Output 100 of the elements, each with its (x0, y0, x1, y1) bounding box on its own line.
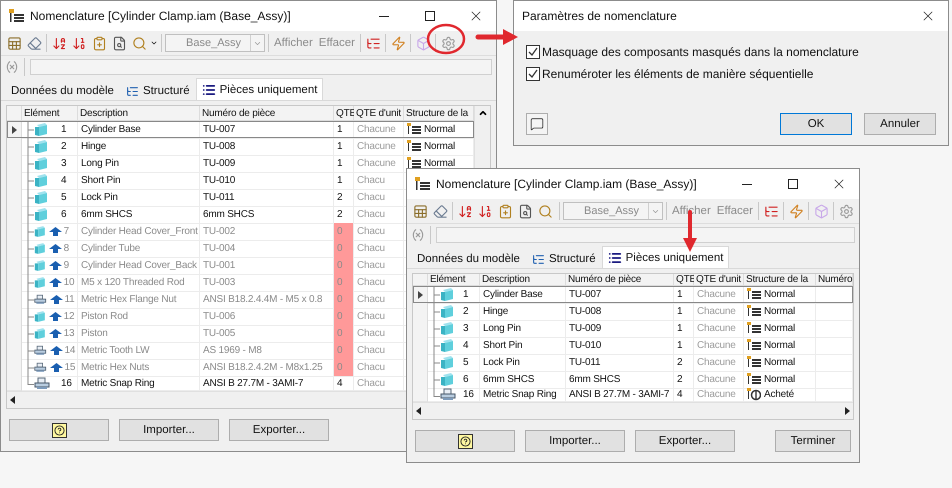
help-button[interactable] (9, 419, 109, 441)
column-header[interactable]: Elément (22, 106, 78, 121)
roof-icon (48, 226, 62, 236)
column-header[interactable]: Elément (428, 274, 480, 286)
column-header[interactable]: QTE d'unit (694, 274, 744, 286)
roof-icon (50, 346, 62, 356)
description-text: Hinge (483, 306, 508, 317)
cube-icon (440, 338, 454, 353)
help-button[interactable] (415, 430, 515, 452)
action-button[interactable]: Importer... (119, 419, 219, 441)
tab[interactable]: Structuré (526, 249, 602, 268)
column-header[interactable]: Description (480, 274, 566, 286)
item-number: 3 (60, 158, 68, 169)
unit-text: Chacune (697, 289, 736, 300)
tab[interactable]: Pièces uniquement (602, 246, 730, 268)
quantity-text: 0 (337, 362, 342, 373)
item-number: 16 (462, 389, 475, 400)
tab[interactable]: Structuré (120, 81, 196, 100)
row-header[interactable] (7, 121, 22, 139)
cube-icon (440, 287, 454, 302)
unit-text: Chacu (357, 378, 385, 388)
quantity-text: 1 (677, 323, 682, 334)
part-number-text: 6mm SHCS (569, 374, 620, 385)
help-icon (460, 436, 470, 446)
tab[interactable]: Données du modèle (5, 81, 120, 100)
checkbox[interactable] (526, 67, 540, 81)
part-number-text: ANSI B18.2.4.4M - M5 x 0.8 (203, 294, 322, 305)
quantity-text: 1 (337, 175, 342, 186)
item-number: 6 (462, 374, 470, 385)
unit-text: Chacune (357, 141, 396, 152)
checkbox[interactable] (526, 45, 540, 59)
variable-icon (411, 228, 425, 242)
part-number-text: ANSI B 27.7M - 3AMI-7 (569, 389, 670, 400)
tree-list-icon (747, 373, 761, 386)
list-icon (202, 82, 216, 96)
structure-text: Normal (424, 158, 456, 169)
part-number-text: TU-001 (203, 260, 236, 271)
column-header[interactable]: Numéro de pièce (566, 274, 674, 286)
column-header[interactable]: Description (78, 106, 200, 121)
unit-text: Chacu (357, 226, 385, 237)
roof-icon (50, 362, 62, 372)
column-header[interactable]: Structure de la (744, 274, 816, 286)
horizontal-scrollbar[interactable] (413, 402, 853, 419)
column-header[interactable]: Structure de la (404, 106, 474, 121)
zap-icon (390, 36, 406, 50)
quantity-text: 2 (337, 209, 342, 220)
description-text: Piston (81, 328, 108, 339)
unit-text: Chacune (697, 374, 736, 385)
eraser-icon (26, 36, 42, 50)
help-button[interactable] (526, 113, 548, 135)
column-header[interactable]: Numéro de pièce (200, 106, 334, 121)
unit-text: Chacu (357, 260, 385, 271)
roof-icon (48, 260, 62, 270)
part-number-text: TU-010 (569, 340, 602, 351)
description-text: Short Pin (81, 175, 120, 186)
ok-button[interactable]: OK (780, 113, 852, 135)
unit-text: Chacu (357, 277, 385, 288)
cube-icon (34, 139, 48, 154)
quantity-text: 1 (337, 141, 342, 152)
window-title: Nomenclature [Cylinder Clamp.iam (Base_Assy)] (30, 9, 292, 23)
description-text: Lock Pin (81, 192, 118, 203)
quantity-text: 4 (337, 378, 342, 388)
part-number-text: TU-007 (203, 124, 236, 135)
unit-text: Chacu (357, 209, 385, 220)
part-number-text: TU-004 (203, 243, 236, 254)
tab[interactable]: Données du modèle (411, 249, 526, 268)
part-number-text: TU-008 (203, 141, 236, 152)
part-number-text: TU-006 (203, 311, 236, 322)
cancel-button[interactable]: Annuler (864, 113, 936, 135)
tree-list-icon (747, 339, 761, 352)
action-button[interactable]: Exporter... (635, 430, 735, 452)
help-icon (54, 424, 64, 436)
caret-icon (150, 39, 158, 47)
item-number: 9 (62, 260, 70, 271)
cube-icon (34, 224, 46, 239)
row-header[interactable] (413, 286, 428, 304)
finish-button[interactable]: Terminer (775, 430, 851, 452)
tree-list-icon (747, 305, 761, 318)
item-number: 3 (462, 323, 470, 334)
item-number: 7 (62, 226, 70, 237)
tree-icon (532, 252, 545, 266)
unit-text: Chacu (357, 175, 385, 186)
current-row-icon (12, 126, 16, 134)
column-header[interactable]: Numéro (816, 274, 853, 286)
clipboard-plus-icon (92, 36, 106, 50)
printer-icon (34, 293, 46, 306)
action-button[interactable]: Importer... (525, 430, 625, 452)
description-text: 6mm SHCS (81, 209, 132, 220)
column-header[interactable]: QTE d'unit (354, 106, 404, 121)
unit-text: Chacune (357, 158, 396, 169)
unit-text: Chacune (697, 389, 736, 400)
unit-text: Chacune (697, 323, 736, 334)
settings-icon (440, 36, 456, 50)
structure-text: Normal (424, 141, 456, 152)
action-button[interactable]: Exporter... (229, 419, 329, 441)
highlight-circle (426, 24, 466, 54)
sort-numeric-icon (478, 204, 492, 218)
unit-text: Chacu (357, 362, 385, 373)
variable-icon (5, 60, 19, 74)
tab[interactable]: Pièces uniquement (196, 78, 324, 100)
